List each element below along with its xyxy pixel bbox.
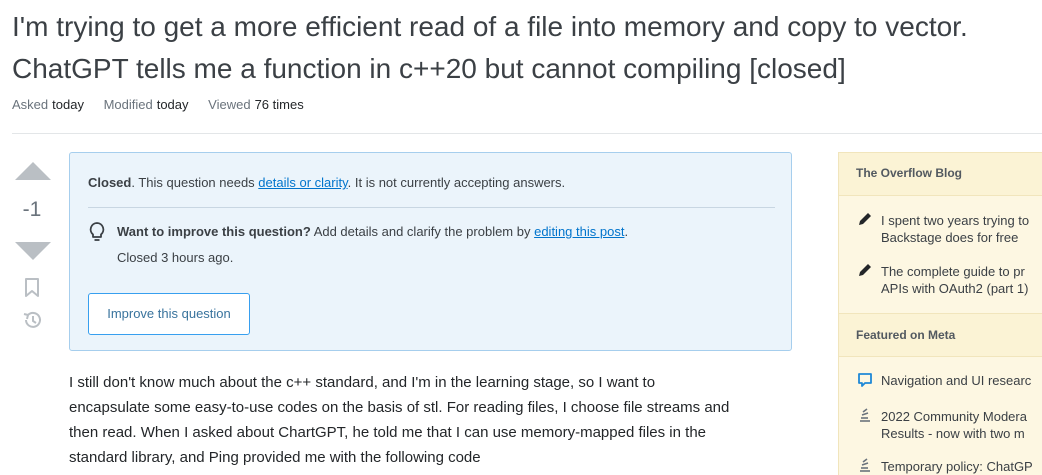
question-page: I'm trying to get a more efficient read …: [0, 0, 1042, 475]
lightbulb-icon: [89, 222, 105, 241]
closed-message: Closed. This question needs details or c…: [88, 175, 565, 190]
stack-exchange-icon: [860, 458, 870, 472]
bookmark-icon[interactable]: [24, 278, 40, 298]
notice-divider: [88, 207, 775, 208]
chat-bubble-icon: [858, 373, 872, 387]
body-line: then read. When I asked about ChartGPT, …: [69, 424, 707, 441]
featured-on-meta-header: Featured on Meta: [839, 313, 1042, 357]
details-or-clarity-link[interactable]: details or clarity: [258, 175, 347, 190]
improve-question-button[interactable]: Improve this question: [88, 293, 250, 335]
header-divider: [12, 133, 1042, 134]
history-icon[interactable]: [22, 310, 42, 330]
closed-text2: . It is not currently accepting answers.: [347, 175, 566, 190]
question-title-line2[interactable]: ChatGPT tells me a function in c++20 but…: [12, 53, 846, 84]
closed-bold: Closed: [88, 175, 132, 190]
body-line: encapsulate some easy-to-use codes on th…: [69, 399, 730, 416]
viewed-value: 76 times: [254, 97, 304, 112]
viewed-label: Viewed: [208, 97, 251, 112]
meta-item[interactable]: 2022 Community Modera Results - now with…: [881, 408, 1042, 442]
pencil-icon: [859, 213, 871, 225]
improve-text2: .: [624, 224, 629, 239]
body-line: I still don't know much about the c++ st…: [69, 374, 656, 391]
improve-bold: Want to improve this question?: [117, 224, 311, 239]
question-meta: Asked today Modified today Viewed 76 times: [12, 97, 320, 112]
question-title-line1[interactable]: I'm trying to get a more efficient read …: [12, 11, 968, 42]
blog-item-line2[interactable]: Backstage does for free: [881, 230, 1018, 245]
body-line: standard library, and Ping provided me w…: [69, 449, 481, 466]
vote-count: -1: [22, 198, 42, 221]
meta-item-line2[interactable]: Results - now with two m: [881, 426, 1025, 441]
viewed-info: Viewed 76 times: [208, 97, 304, 112]
downvote-arrow-icon[interactable]: [15, 242, 51, 260]
blog-item[interactable]: I spent two years trying to Backstage do…: [881, 212, 1042, 246]
blog-item[interactable]: The complete guide to pr APIs with OAuth…: [881, 263, 1042, 297]
question-title[interactable]: I'm trying to get a more efficient read …: [12, 6, 1042, 90]
asked-label: Asked: [12, 97, 49, 112]
closed-timestamp: Closed 3 hours ago.: [117, 250, 234, 265]
modified-label: Modified: [103, 97, 153, 112]
blog-item-line1[interactable]: I spent two years trying to: [881, 213, 1029, 228]
sidebar-widget: The Overflow Blog I spent two years tryi…: [838, 152, 1042, 475]
editing-this-post-link[interactable]: editing this post: [534, 224, 624, 239]
meta-item[interactable]: Navigation and UI researc: [881, 372, 1042, 389]
blog-item-line2[interactable]: APIs with OAuth2 (part 1): [881, 281, 1028, 296]
meta-item-line1[interactable]: Temporary policy: ChatGP: [881, 459, 1033, 474]
improve-text1: Add details and clarify the problem by: [310, 224, 535, 239]
meta-item[interactable]: Temporary policy: ChatGP: [881, 458, 1042, 475]
asked-info: Asked today: [12, 97, 88, 112]
closed-text1: . This question needs: [131, 175, 259, 190]
pencil-icon: [859, 264, 871, 276]
modified-value[interactable]: today: [157, 97, 189, 112]
asked-value: today: [52, 97, 84, 112]
question-body: I still don't know much about the c++ st…: [69, 370, 799, 470]
modified-info: Modified today: [104, 97, 193, 112]
upvote-arrow-icon[interactable]: [15, 162, 51, 180]
overflow-blog-header: The Overflow Blog: [839, 153, 1042, 196]
improve-message: Want to improve this question? Add detai…: [117, 224, 628, 239]
meta-item-line1[interactable]: Navigation and UI researc: [881, 373, 1031, 388]
closed-notice: Closed. This question needs details or c…: [69, 152, 792, 351]
meta-item-line1[interactable]: 2022 Community Modera: [881, 409, 1027, 424]
blog-item-line1[interactable]: The complete guide to pr: [881, 264, 1025, 279]
stack-exchange-icon: [860, 408, 870, 422]
